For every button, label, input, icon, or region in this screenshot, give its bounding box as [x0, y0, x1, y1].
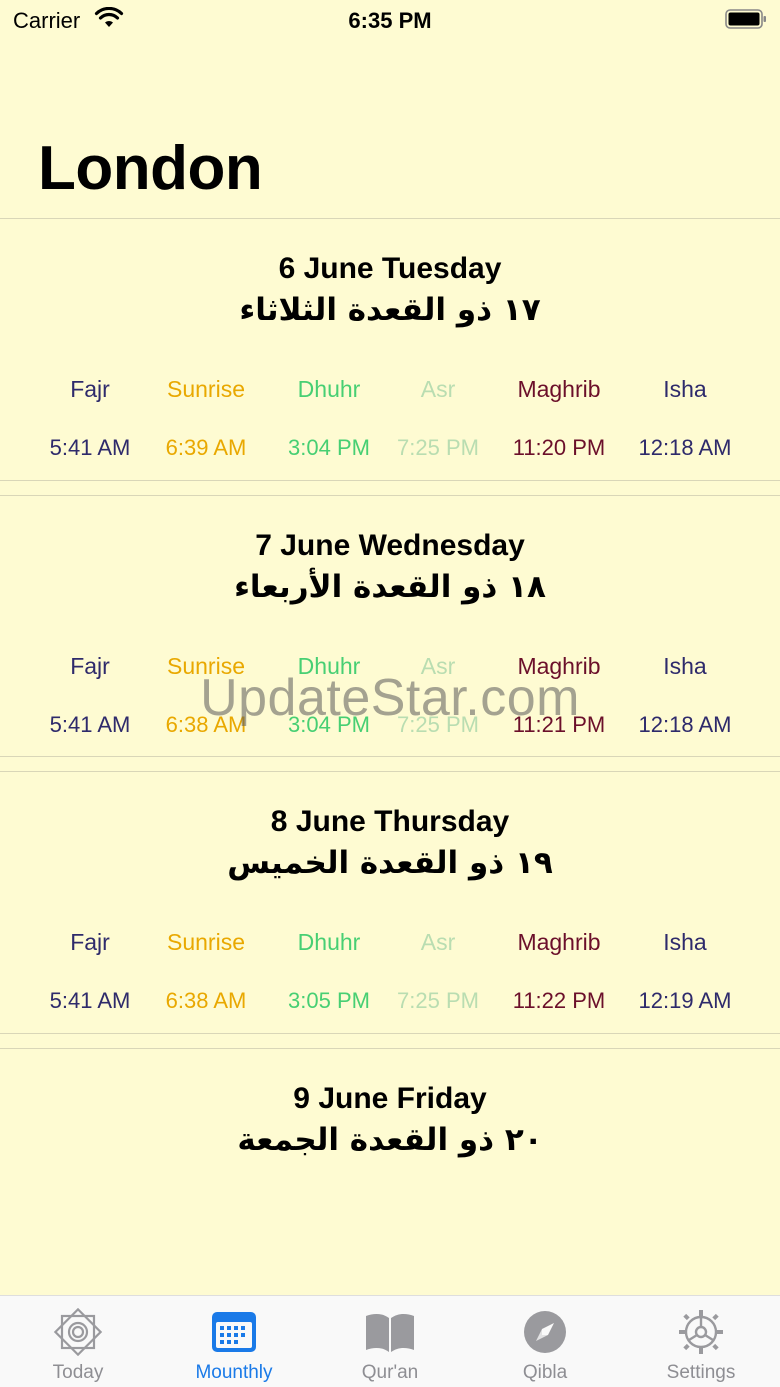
day-card: 9 June Friday ٢٠ ذو القعدة الجمعة: [0, 1048, 780, 1288]
prayer-name-isha: Isha: [663, 929, 707, 955]
tab-label: Today: [52, 1362, 104, 1383]
status-bar: Carrier 6:35 PM: [0, 0, 780, 40]
prayer-time-asr: 7:25 PM: [397, 988, 479, 1013]
battery-icon: [725, 9, 766, 29]
tab-today[interactable]: Today: [0, 1296, 156, 1387]
row-divider: [0, 495, 780, 496]
calendar-icon: [212, 1312, 256, 1352]
page-title: London: [38, 134, 263, 203]
tab-quran[interactable]: Qur'an: [312, 1296, 468, 1387]
prayer-time-isha: 12:18 AM: [638, 435, 732, 460]
tab-qibla[interactable]: Qibla: [467, 1296, 623, 1387]
tab-bar: Today Mounthly Qur'an Qibla Settings: [0, 1295, 780, 1387]
hijri-date: ١٧ ذو القعدة الثلاثاء: [239, 292, 541, 328]
row-divider: [0, 480, 780, 481]
tab-label: Qur'an: [361, 1362, 419, 1383]
tab-label: Settings: [666, 1362, 736, 1383]
prayer-time-asr: 7:25 PM: [397, 435, 479, 460]
gregorian-date: 8 June Thursday: [270, 805, 510, 838]
prayer-time-sunrise: 6:39 AM: [165, 435, 247, 460]
prayer-time-sunrise: 6:38 AM: [165, 988, 247, 1013]
prayer-name-sunrise: Sunrise: [167, 376, 245, 402]
prayer-name-maghrib: Maghrib: [517, 376, 601, 402]
tab-label: Qibla: [522, 1362, 568, 1383]
tab-settings[interactable]: Settings: [623, 1296, 779, 1387]
row-divider: [0, 1033, 780, 1034]
day-card: 8 June Thursday ١٩ ذو القعدة الخميس Fajr…: [0, 771, 780, 1034]
prayer-name-asr: Asr: [420, 929, 456, 955]
star-octagon-icon: [53, 1308, 103, 1356]
row-divider: [0, 756, 780, 757]
prayer-name-maghrib: Maghrib: [517, 929, 601, 955]
day-card: 6 June Tuesday ١٧ ذو القعدة الثلاثاء Faj…: [0, 218, 780, 481]
prayer-time-isha: 12:19 AM: [638, 988, 732, 1013]
status-time: 6:35 PM: [348, 8, 432, 33]
compass-icon: [524, 1311, 566, 1353]
prayer-time-maghrib: 11:20 PM: [512, 435, 606, 460]
gregorian-date: 6 June Tuesday: [278, 252, 502, 285]
row-divider: [0, 771, 780, 772]
hijri-date: ١٩ ذو القعدة الخميس: [227, 845, 553, 881]
prayer-name-sunrise: Sunrise: [167, 929, 245, 955]
tab-monthly[interactable]: Mounthly: [156, 1296, 312, 1387]
tab-label: Mounthly: [195, 1362, 273, 1383]
book-icon: [366, 1313, 414, 1352]
prayer-time-maghrib: 11:22 PM: [512, 988, 606, 1013]
hijri-date: ١٨ ذو القعدة الأربعاء: [234, 569, 546, 605]
gregorian-date: 9 June Friday: [293, 1082, 487, 1115]
gear-icon: [679, 1310, 723, 1354]
watermark-text: UpdateStar.com: [200, 669, 580, 727]
gregorian-date: 7 June Wednesday: [255, 529, 525, 562]
row-divider: [0, 1048, 780, 1049]
prayer-name-isha: Isha: [663, 376, 707, 402]
hijri-date: ٢٠ ذو القعدة الجمعة: [237, 1122, 543, 1158]
prayer-name-asr: Asr: [420, 376, 456, 402]
